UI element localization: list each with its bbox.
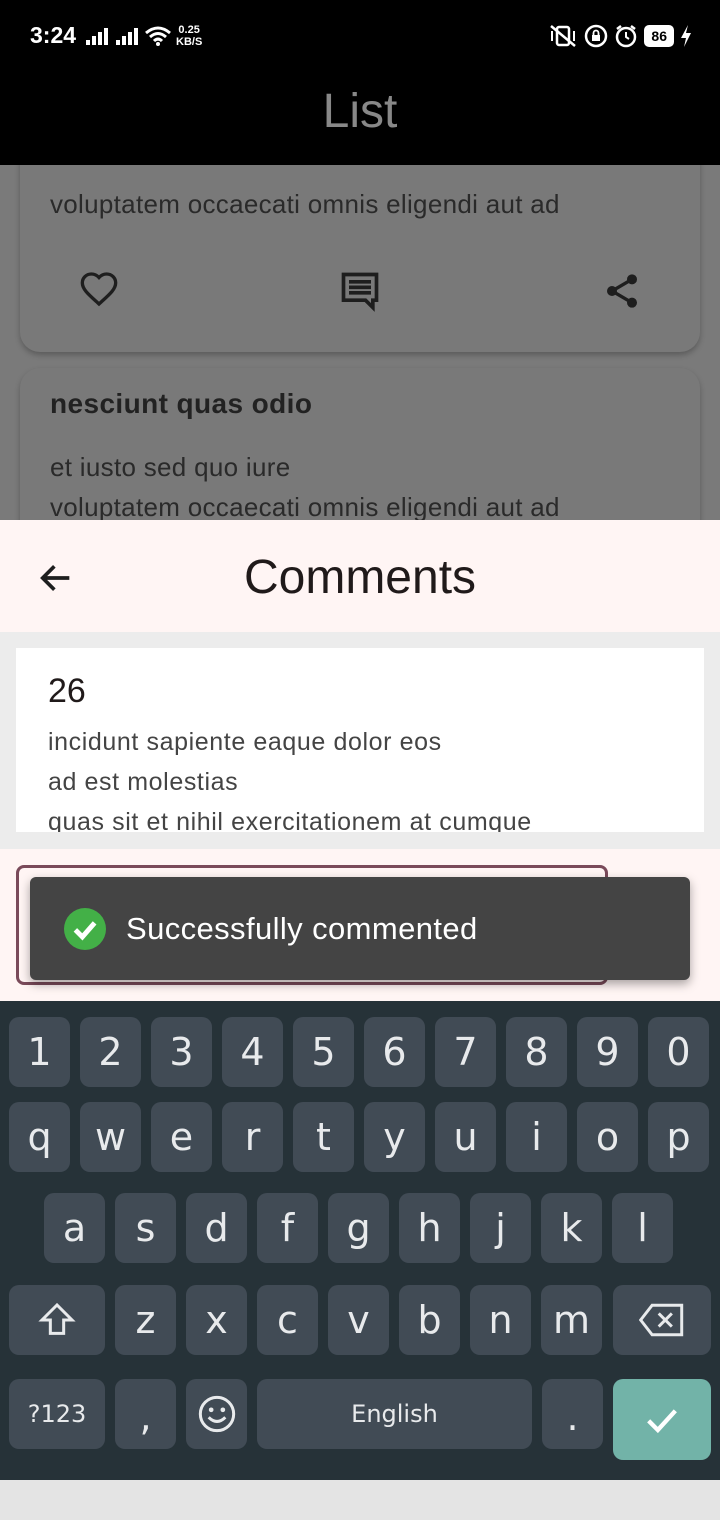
key-v[interactable]: v <box>328 1285 389 1355</box>
key-4[interactable]: 4 <box>222 1017 283 1087</box>
post-body: et iusto sed quo iure <box>50 452 291 482</box>
key-j[interactable]: j <box>470 1193 531 1263</box>
key-x[interactable]: x <box>186 1285 247 1355</box>
key-l[interactable]: l <box>612 1193 673 1263</box>
lock-rotation-icon <box>585 24 608 48</box>
sheet-header: Comments <box>0 520 720 632</box>
key-p[interactable]: p <box>648 1102 709 1172</box>
key-z[interactable]: z <box>115 1285 176 1355</box>
key-q[interactable]: q <box>9 1102 70 1172</box>
key-f[interactable]: f <box>257 1193 318 1263</box>
key-0[interactable]: 0 <box>648 1017 709 1087</box>
charging-icon <box>681 25 691 47</box>
period-key[interactable]: . <box>542 1379 603 1449</box>
network-speed-value: 0.25 <box>178 24 200 36</box>
network-speed-unit: KB/S <box>176 36 203 48</box>
key-k[interactable]: k <box>541 1193 602 1263</box>
app-title: List <box>322 85 398 138</box>
key-r[interactable]: r <box>222 1102 283 1172</box>
key-7[interactable]: 7 <box>435 1017 496 1087</box>
key-y[interactable]: y <box>364 1102 425 1172</box>
comment-id: 26 <box>48 672 86 710</box>
key-1[interactable]: 1 <box>9 1017 70 1087</box>
post-title: nesciunt quas odio <box>50 388 313 419</box>
key-i[interactable]: i <box>506 1102 567 1172</box>
sheet-title: Comments <box>243 551 477 604</box>
snackbar-message: Successfully commented <box>126 911 478 946</box>
post-body: voluptatem occaecati omnis eligendi aut … <box>50 189 560 219</box>
status-icons: 86 <box>548 24 692 48</box>
key-2[interactable]: 2 <box>80 1017 141 1087</box>
vibrate-mute-icon <box>550 25 577 47</box>
comment-line: quas sit et nihil exercitationem at cumq… <box>48 808 532 832</box>
comment-body: incidunt sapiente eaque dolor eos ad est… <box>48 722 532 832</box>
key-u[interactable]: u <box>435 1102 496 1172</box>
key-c[interactable]: c <box>257 1285 318 1355</box>
key-9[interactable]: 9 <box>577 1017 638 1087</box>
key-o[interactable]: o <box>577 1102 638 1172</box>
key-5[interactable]: 5 <box>293 1017 354 1087</box>
key-a[interactable]: a <box>44 1193 105 1263</box>
network-speed: 0.25 KB/S <box>176 24 202 48</box>
heart-icon[interactable] <box>78 269 120 309</box>
wifi-icon <box>145 26 171 46</box>
share-icon[interactable] <box>602 269 642 313</box>
key-d[interactable]: d <box>186 1193 247 1263</box>
backspace-key[interactable] <box>613 1285 711 1355</box>
alarm-icon <box>616 25 637 48</box>
post-body: voluptatem occaecati omnis eligendi aut … <box>50 492 560 520</box>
navigation-bar <box>0 1480 720 1520</box>
battery-indicator: 86 <box>644 25 674 47</box>
comment-card: 26 incidunt sapiente eaque dolor eos ad … <box>16 648 704 832</box>
key-e[interactable]: e <box>151 1102 212 1172</box>
emoji-key[interactable] <box>186 1379 247 1449</box>
key-b[interactable]: b <box>399 1285 460 1355</box>
key-t[interactable]: t <box>293 1102 354 1172</box>
post-list: voluptatem occaecati omnis eligendi aut … <box>0 165 720 520</box>
key-8[interactable]: 8 <box>506 1017 567 1087</box>
comment-line: ad est molestias <box>48 768 239 796</box>
symbols-key[interactable]: ?123 <box>9 1379 105 1449</box>
key-g[interactable]: g <box>328 1193 389 1263</box>
post-card[interactable]: voluptatem occaecati omnis eligendi aut … <box>20 165 700 352</box>
cellular-signal-icon <box>116 28 138 45</box>
post-card[interactable]: nesciunt quas odio et iusto sed quo iure… <box>20 368 700 520</box>
emoji-icon <box>198 1395 235 1433</box>
status-bar: 3:24 0.25 KB/S 86 <box>0 0 720 76</box>
soft-keyboard: 1234567890 qwertyuiop asdfghjkl zxcvbnm ?12… <box>0 1001 720 1480</box>
enter-key[interactable] <box>613 1379 711 1460</box>
check-circle-icon <box>64 908 106 950</box>
status-time: 3:24 <box>30 22 77 48</box>
cellular-signal-icon <box>86 28 108 45</box>
check-icon <box>647 1408 677 1433</box>
key-h[interactable]: h <box>399 1193 460 1263</box>
key-w[interactable]: w <box>80 1102 141 1172</box>
backspace-icon <box>639 1303 684 1337</box>
comma-key[interactable]: , <box>115 1379 176 1449</box>
key-s[interactable]: s <box>115 1193 176 1263</box>
success-snackbar: Successfully commented <box>30 877 690 980</box>
comment-line: incidunt sapiente eaque dolor eos <box>48 728 442 756</box>
key-n[interactable]: n <box>470 1285 531 1355</box>
key-3[interactable]: 3 <box>151 1017 212 1087</box>
key-m[interactable]: m <box>541 1285 602 1355</box>
space-key[interactable]: English <box>257 1379 532 1449</box>
app-bar: List <box>0 76 720 165</box>
comment-icon[interactable] <box>338 269 382 313</box>
shift-key[interactable] <box>9 1285 105 1355</box>
shift-icon <box>38 1302 76 1335</box>
key-6[interactable]: 6 <box>364 1017 425 1087</box>
